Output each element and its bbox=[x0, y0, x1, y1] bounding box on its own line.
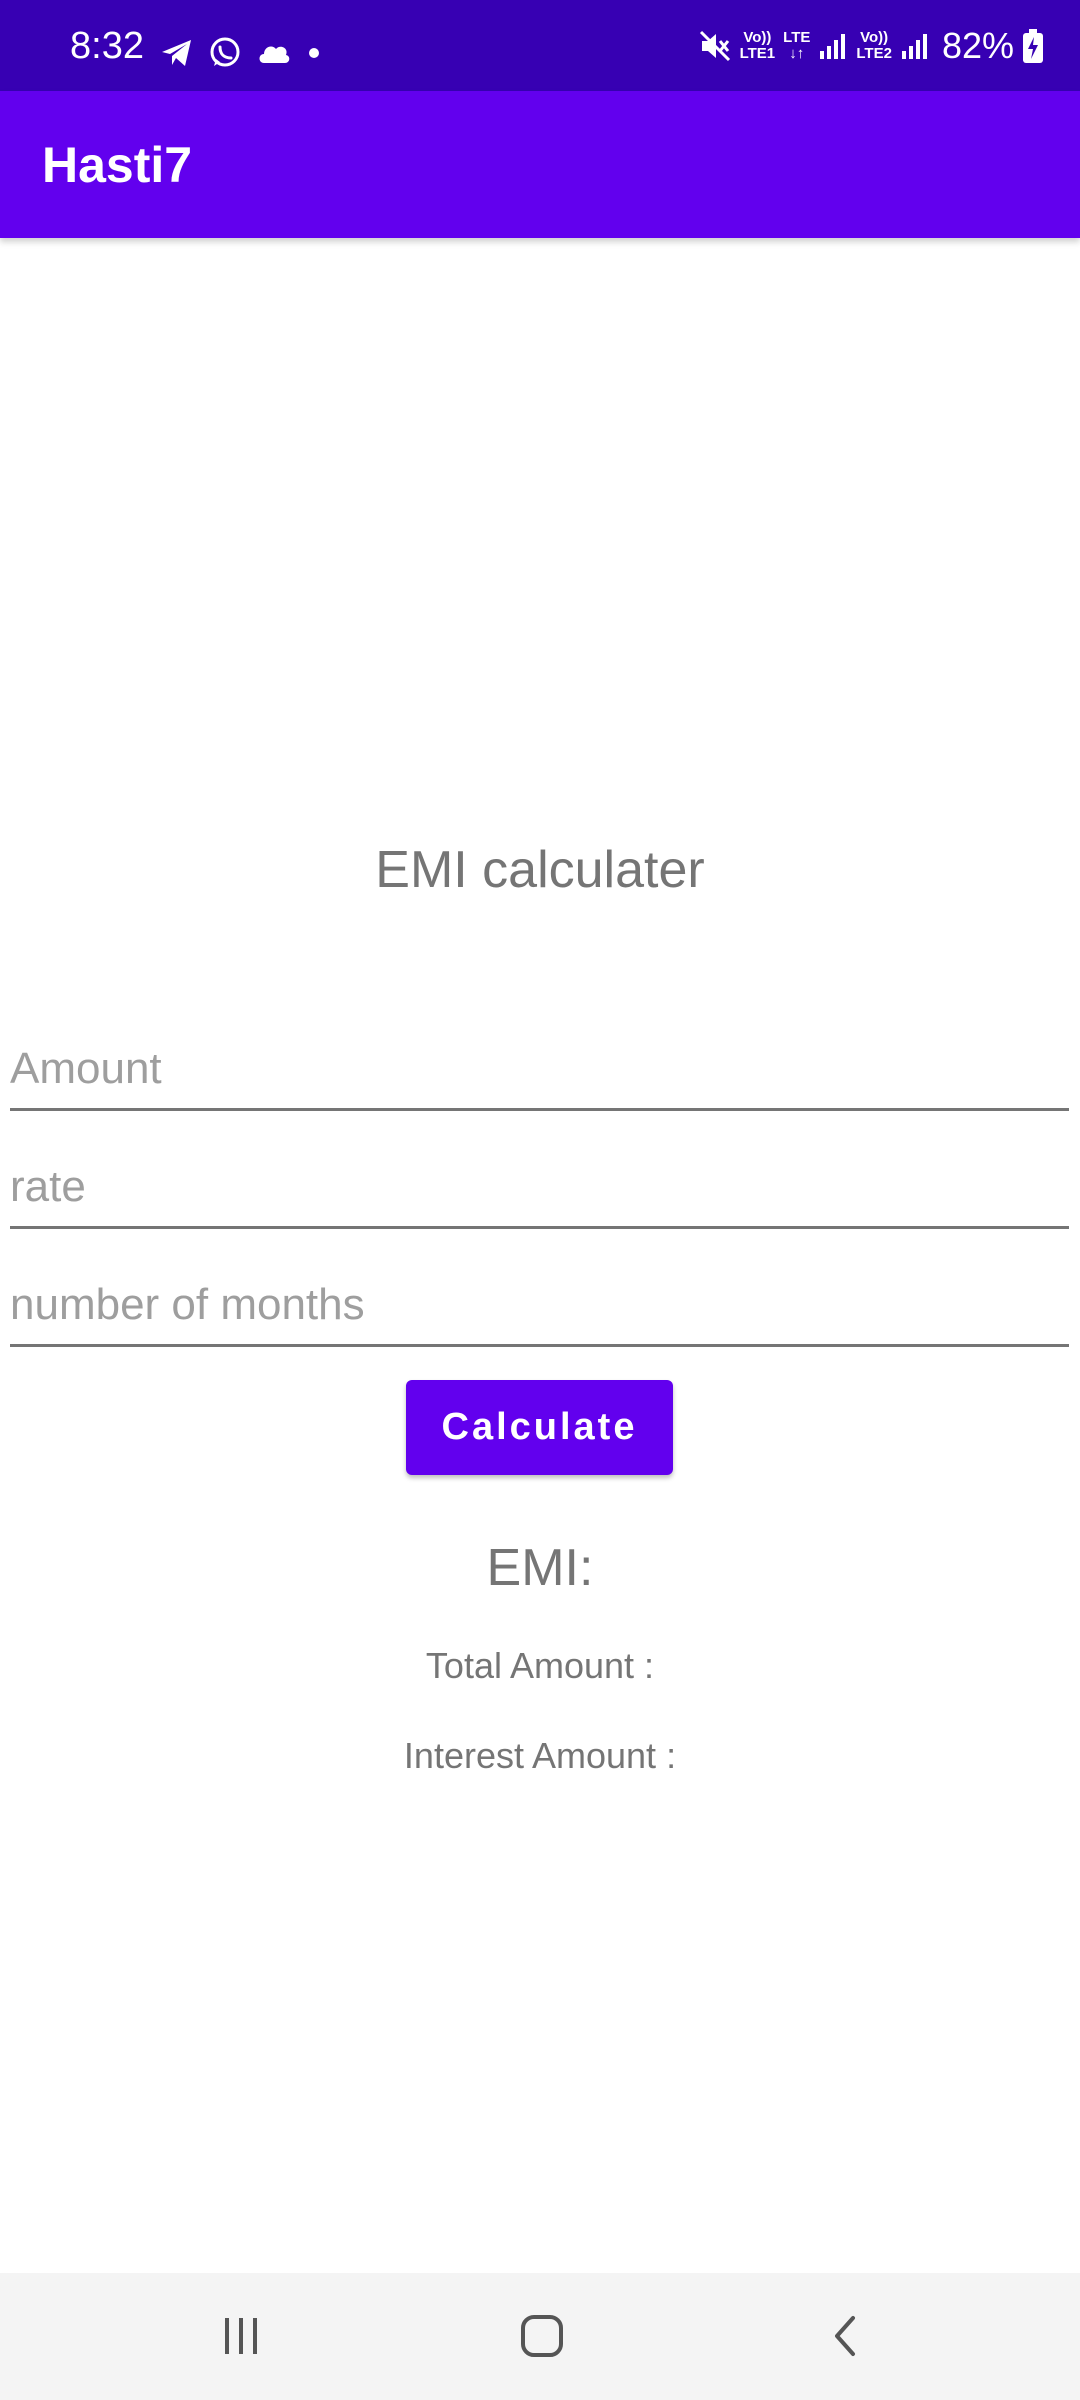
app-bar: Hasti7 bbox=[0, 91, 1080, 238]
mute-icon bbox=[699, 30, 730, 62]
amount-input[interactable] bbox=[10, 1030, 1069, 1111]
sim1-volte-top: Vo)) bbox=[743, 29, 772, 46]
battery-charging-icon bbox=[1023, 29, 1043, 63]
system-icons: Vo)) LTE1 LTE ↓↑ Vo)) LTE2 82% bbox=[698, 26, 1044, 66]
recent-apps-button[interactable] bbox=[201, 2301, 281, 2371]
status-time: 8:32 bbox=[70, 25, 144, 67]
data-arrows-icon: ↓↑ bbox=[789, 45, 805, 62]
lte-label: LTE bbox=[783, 29, 811, 46]
signal-icon-sim1 bbox=[820, 34, 846, 59]
cloud-icon bbox=[259, 46, 290, 63]
interest-amount-label: Interest Amount : bbox=[403, 1735, 677, 1776]
whatsapp-icon bbox=[210, 37, 240, 67]
back-icon bbox=[835, 2316, 855, 2356]
total-amount-label: Total Amount : bbox=[425, 1645, 655, 1686]
sim2-volte-top: Vo)) bbox=[860, 29, 889, 46]
signal-icon-sim2 bbox=[901, 34, 927, 59]
lte-data-label: LTE ↓↑ bbox=[783, 30, 810, 62]
months-input[interactable] bbox=[10, 1266, 1069, 1347]
sim2-volte-label: Vo)) LTE2 bbox=[856, 30, 892, 62]
back-button[interactable] bbox=[805, 2301, 885, 2371]
sim2-volte-bottom: LTE2 bbox=[856, 45, 892, 62]
recent-apps-icon bbox=[225, 2318, 257, 2354]
status-bar: 8:32 Vo)) LTE1 LTE ↓↑ Vo)) LTE2 82% bbox=[0, 0, 1080, 91]
home-button[interactable] bbox=[502, 2301, 582, 2371]
sim1-volte-label: Vo)) LTE1 bbox=[740, 30, 776, 62]
emi-result-label: EMI: bbox=[486, 1539, 594, 1597]
notification-icons bbox=[160, 33, 322, 73]
sim1-volte-bottom: LTE1 bbox=[739, 45, 776, 62]
battery-percent: 82% bbox=[941, 25, 1014, 66]
calculate-button[interactable]: Calculate bbox=[406, 1380, 673, 1475]
page-heading: EMI calculater bbox=[375, 841, 705, 899]
dot-icon bbox=[309, 48, 319, 58]
navigation-bar bbox=[0, 2273, 1080, 2400]
rate-input[interactable] bbox=[10, 1148, 1069, 1229]
home-icon bbox=[521, 2315, 563, 2357]
app-title: Hasti7 bbox=[42, 137, 193, 193]
telegram-icon bbox=[162, 40, 191, 66]
